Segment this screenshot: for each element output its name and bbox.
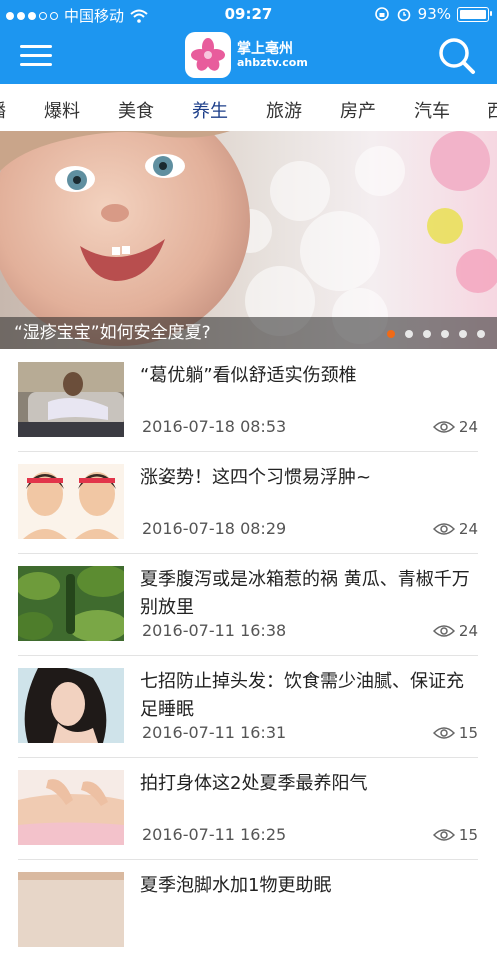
pager-dot[interactable] [459, 330, 467, 338]
battery-percent: 93% [417, 5, 451, 23]
view-count-value: 24 [458, 622, 478, 640]
article-thumbnail [18, 362, 124, 437]
article-thumbnail [18, 872, 124, 947]
app-name-cn: 掌上亳州 [237, 40, 293, 57]
tab-baoliao[interactable]: 爆料 [44, 97, 80, 123]
article-thumbnail [18, 464, 124, 539]
view-count: 24 [432, 418, 478, 436]
view-count: 24 [432, 622, 478, 640]
article-date: 2016-07-11 16:38 [142, 621, 287, 640]
rotation-lock-icon [374, 7, 389, 21]
tab-yangsheng[interactable]: 养生 [192, 97, 228, 123]
view-count: 15 [432, 724, 478, 742]
eye-icon [432, 421, 455, 433]
battery-icon [457, 6, 492, 22]
pager-dot[interactable] [441, 330, 449, 338]
list-item[interactable]: 七招防止掉头发：饮食需少油腻、保证充足睡眠 2016-07-11 16:31 1… [18, 656, 478, 758]
article-date: 2016-07-18 08:29 [142, 519, 287, 538]
alarm-icon [397, 8, 410, 22]
category-tabs: 播 爆料 美食 养生 旅游 房产 汽车 西 [0, 85, 497, 132]
app-logo: 掌上亳州 ahbztv.com [185, 32, 308, 78]
article-title: 夏季泡脚水加1物更助眠 [140, 875, 332, 896]
app-name-en: ahbztv.com [237, 55, 308, 69]
article-date: 2016-07-11 16:31 [142, 723, 287, 742]
view-count-value: 15 [458, 724, 478, 742]
view-count-value: 24 [458, 418, 478, 436]
eye-icon [432, 829, 455, 841]
article-title: 拍打身体这2处夏季最养阳气 [140, 773, 368, 794]
list-item[interactable]: 夏季腹泻或是冰箱惹的祸 黄瓜、青椒千万别放里 2016-07-11 16:38 … [18, 554, 478, 656]
eye-icon [432, 625, 455, 637]
view-count-value: 24 [458, 520, 478, 538]
peony-logo-icon [185, 32, 231, 78]
list-item[interactable]: “葛优躺”看似舒适实伤颈椎 2016-07-18 08:53 24 [18, 350, 478, 452]
featured-banner[interactable]: “湿疹宝宝”如何安全度夏? [0, 131, 497, 349]
article-thumbnail [18, 566, 124, 641]
eye-icon [432, 727, 455, 739]
article-date: 2016-07-11 16:25 [142, 825, 287, 844]
search-button[interactable] [437, 36, 477, 76]
app-header: 掌上亳州 ahbztv.com [0, 28, 497, 84]
status-bar: 中国移动 09:27 93% [0, 0, 497, 28]
tab-fangchan[interactable]: 房产 [340, 97, 376, 123]
menu-button[interactable] [20, 42, 54, 70]
pager-dot[interactable] [387, 330, 395, 338]
view-count-value: 15 [458, 826, 478, 844]
list-item[interactable]: 夏季泡脚水加1物更助眠 [18, 860, 478, 961]
article-title: 七招防止掉头发：饮食需少油腻、保证充足睡眠 [140, 671, 464, 720]
banner-pager [387, 330, 485, 338]
article-title: “葛优躺”看似舒适实伤颈椎 [140, 365, 357, 386]
pager-dot[interactable] [477, 330, 485, 338]
search-icon [439, 38, 475, 74]
tab-qiche[interactable]: 汽车 [414, 97, 450, 123]
tab-meishi[interactable]: 美食 [118, 97, 154, 123]
tab-partial-left[interactable]: 播 [0, 97, 6, 123]
pager-dot[interactable] [423, 330, 431, 338]
list-item[interactable]: 拍打身体这2处夏季最养阳气 2016-07-11 16:25 15 [18, 758, 478, 860]
article-date: 2016-07-18 08:53 [142, 417, 287, 436]
article-thumbnail [18, 770, 124, 845]
article-title: 夏季腹泻或是冰箱惹的祸 黄瓜、青椒千万别放里 [140, 569, 470, 618]
tab-lvyou[interactable]: 旅游 [266, 97, 302, 123]
tab-partial-right[interactable]: 西 [487, 97, 497, 123]
view-count: 15 [432, 826, 478, 844]
article-thumbnail [18, 668, 124, 743]
pager-dot[interactable] [405, 330, 413, 338]
list-item[interactable]: 涨姿势！这四个习惯易浮肿~ 2016-07-18 08:29 24 [18, 452, 478, 554]
eye-icon [432, 523, 455, 535]
article-title: 涨姿势！这四个习惯易浮肿~ [140, 467, 372, 488]
view-count: 24 [432, 520, 478, 538]
